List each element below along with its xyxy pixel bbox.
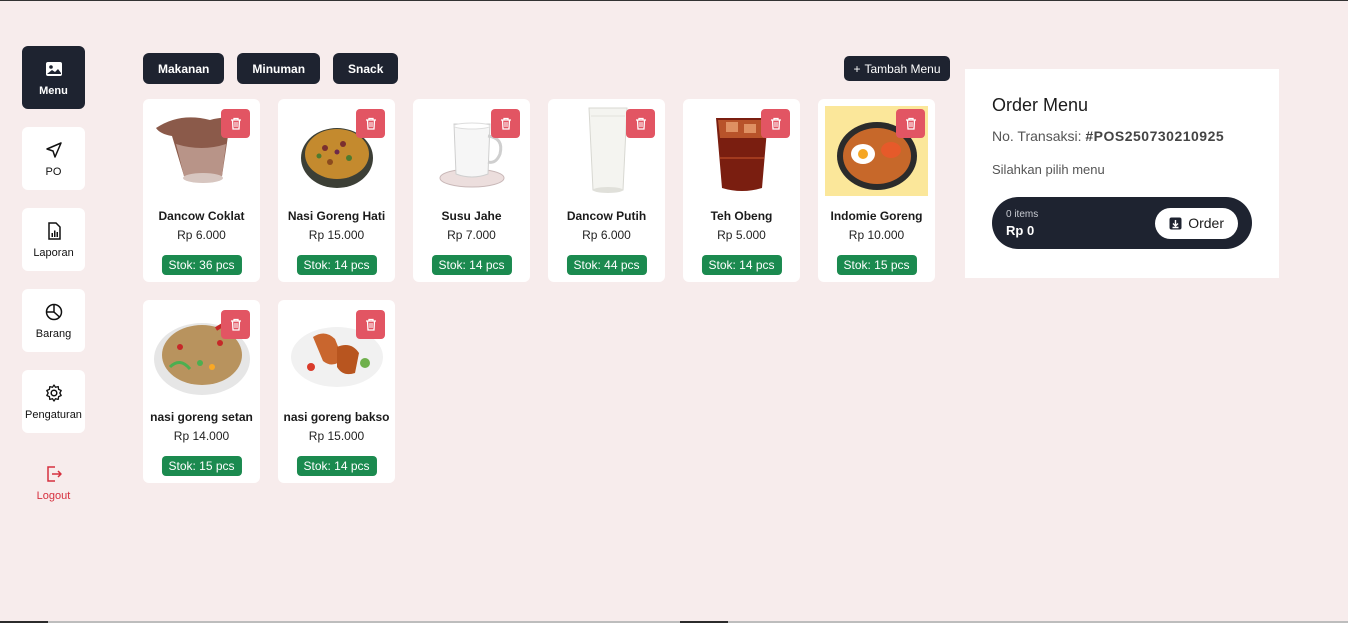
product-card[interactable]: nasi goreng bakso Rp 15.000 Stok: 14 pcs xyxy=(278,300,395,483)
pie-chart-icon xyxy=(45,303,62,320)
stock-badge: Stok: 15 pcs xyxy=(161,456,242,476)
logout-icon xyxy=(46,465,62,482)
nav-logout-label: Logout xyxy=(36,489,71,502)
product-price: Rp 14.000 xyxy=(173,429,230,443)
stock-badge: Stok: 14 pcs xyxy=(296,456,377,476)
add-menu-label: Tambah Menu xyxy=(864,61,941,76)
product-card[interactable]: Susu Jahe Rp 7.000 Stok: 14 pcs xyxy=(413,99,530,282)
transaction-id: #POS250730210925 xyxy=(1085,128,1225,144)
transaction-label: No. Transaksi: xyxy=(992,128,1082,144)
product-price: Rp 15.000 xyxy=(308,228,365,242)
trash-icon xyxy=(905,117,916,130)
nav-pengaturan[interactable]: Pengaturan xyxy=(22,370,85,433)
product-name: Dancow Coklat xyxy=(158,209,245,223)
nav-laporan[interactable]: Laporan xyxy=(22,208,85,271)
product-name: Teh Obeng xyxy=(710,209,773,223)
trash-icon xyxy=(365,117,376,130)
stock-badge: Stok: 15 pcs xyxy=(836,255,917,275)
trash-icon xyxy=(635,117,646,130)
product-card[interactable]: Indomie Goreng Rp 10.000 Stok: 15 pcs xyxy=(818,99,935,282)
stock-badge: Stok: 44 pcs xyxy=(566,255,647,275)
stock-badge: Stok: 14 pcs xyxy=(431,255,512,275)
trash-icon xyxy=(500,117,511,130)
order-button[interactable]: Order xyxy=(1155,207,1238,239)
category-makanan-button[interactable]: Makanan xyxy=(143,53,225,84)
product-name: Indomie Goreng xyxy=(830,209,923,223)
trash-icon xyxy=(770,117,781,130)
add-menu-button[interactable]: + Tambah Menu xyxy=(844,56,950,81)
order-title: Order Menu xyxy=(992,95,1089,115)
stock-badge: Stok: 14 pcs xyxy=(296,255,377,275)
delete-button[interactable] xyxy=(761,109,790,138)
nav-laporan-label: Laporan xyxy=(33,246,74,259)
product-name: nasi goreng setan xyxy=(150,410,253,424)
category-filter-bar: Makanan Minuman Snack xyxy=(143,53,399,84)
order-button-label: Order xyxy=(1188,215,1224,231)
nav-po[interactable]: PO xyxy=(22,127,85,190)
category-snack-button[interactable]: Snack xyxy=(333,53,399,84)
delete-button[interactable] xyxy=(221,310,250,339)
delete-button[interactable] xyxy=(221,109,250,138)
product-price: Rp 15.000 xyxy=(308,429,365,443)
delete-button[interactable] xyxy=(356,109,385,138)
report-icon xyxy=(47,221,61,240)
delete-button[interactable] xyxy=(896,109,925,138)
product-grid: Dancow Coklat Rp 6.000 Stok: 36 pcs Nasi… xyxy=(143,99,943,483)
nav-barang-label: Barang xyxy=(35,327,72,340)
product-price: Rp 6.000 xyxy=(582,228,631,242)
delete-button[interactable] xyxy=(356,310,385,339)
send-icon xyxy=(45,141,62,158)
order-hint: Silahkan pilih menu xyxy=(992,162,1105,177)
nav-barang[interactable]: Barang xyxy=(22,289,85,352)
sidebar: Menu PO Laporan Barang Pengaturan Logout xyxy=(22,46,85,532)
product-card[interactable]: Nasi Goreng Hati Rp 15.000 Stok: 14 pcs xyxy=(278,99,395,282)
cart-summary-bar: 0 items Rp 0 Order xyxy=(992,197,1252,249)
delete-button[interactable] xyxy=(491,109,520,138)
trash-icon xyxy=(230,117,241,130)
stock-badge: Stok: 14 pcs xyxy=(701,255,782,275)
download-icon xyxy=(1169,217,1182,229)
transaction-number: No. Transaksi: #POS250730210925 xyxy=(992,128,1252,144)
trash-icon xyxy=(365,318,376,331)
nav-menu[interactable]: Menu xyxy=(22,46,85,109)
gear-icon xyxy=(45,383,62,402)
product-name: nasi goreng bakso xyxy=(283,410,390,424)
nav-po-label: PO xyxy=(45,165,62,178)
product-name: Nasi Goreng Hati xyxy=(287,209,386,223)
product-price: Rp 7.000 xyxy=(447,228,496,242)
trash-icon xyxy=(230,318,241,331)
product-price: Rp 10.000 xyxy=(848,228,905,242)
product-price: Rp 5.000 xyxy=(717,228,766,242)
product-card[interactable]: Dancow Coklat Rp 6.000 Stok: 36 pcs xyxy=(143,99,260,282)
delete-button[interactable] xyxy=(626,109,655,138)
nav-logout[interactable]: Logout xyxy=(22,451,85,514)
stock-badge: Stok: 36 pcs xyxy=(161,255,242,275)
cart-summary: 0 items Rp 0 xyxy=(1006,209,1038,238)
order-panel: Order Menu No. Transaksi: #POS2507302109… xyxy=(965,69,1279,278)
product-card[interactable]: Dancow Putih Rp 6.000 Stok: 44 pcs xyxy=(548,99,665,282)
product-card[interactable]: nasi goreng setan Rp 14.000 Stok: 15 pcs xyxy=(143,300,260,483)
product-card[interactable]: Teh Obeng Rp 5.000 Stok: 14 pcs xyxy=(683,99,800,282)
product-name: Susu Jahe xyxy=(441,209,502,223)
image-icon xyxy=(45,61,62,76)
nav-pengaturan-label: Pengaturan xyxy=(25,408,82,421)
nav-menu-label: Menu xyxy=(39,84,68,97)
plus-icon: + xyxy=(853,61,861,76)
cart-items-count: 0 items xyxy=(1006,208,1039,220)
cart-total: Rp 0 xyxy=(1006,222,1035,238)
category-minuman-button[interactable]: Minuman xyxy=(237,53,321,84)
product-price: Rp 6.000 xyxy=(177,228,226,242)
product-name: Dancow Putih xyxy=(566,209,647,223)
